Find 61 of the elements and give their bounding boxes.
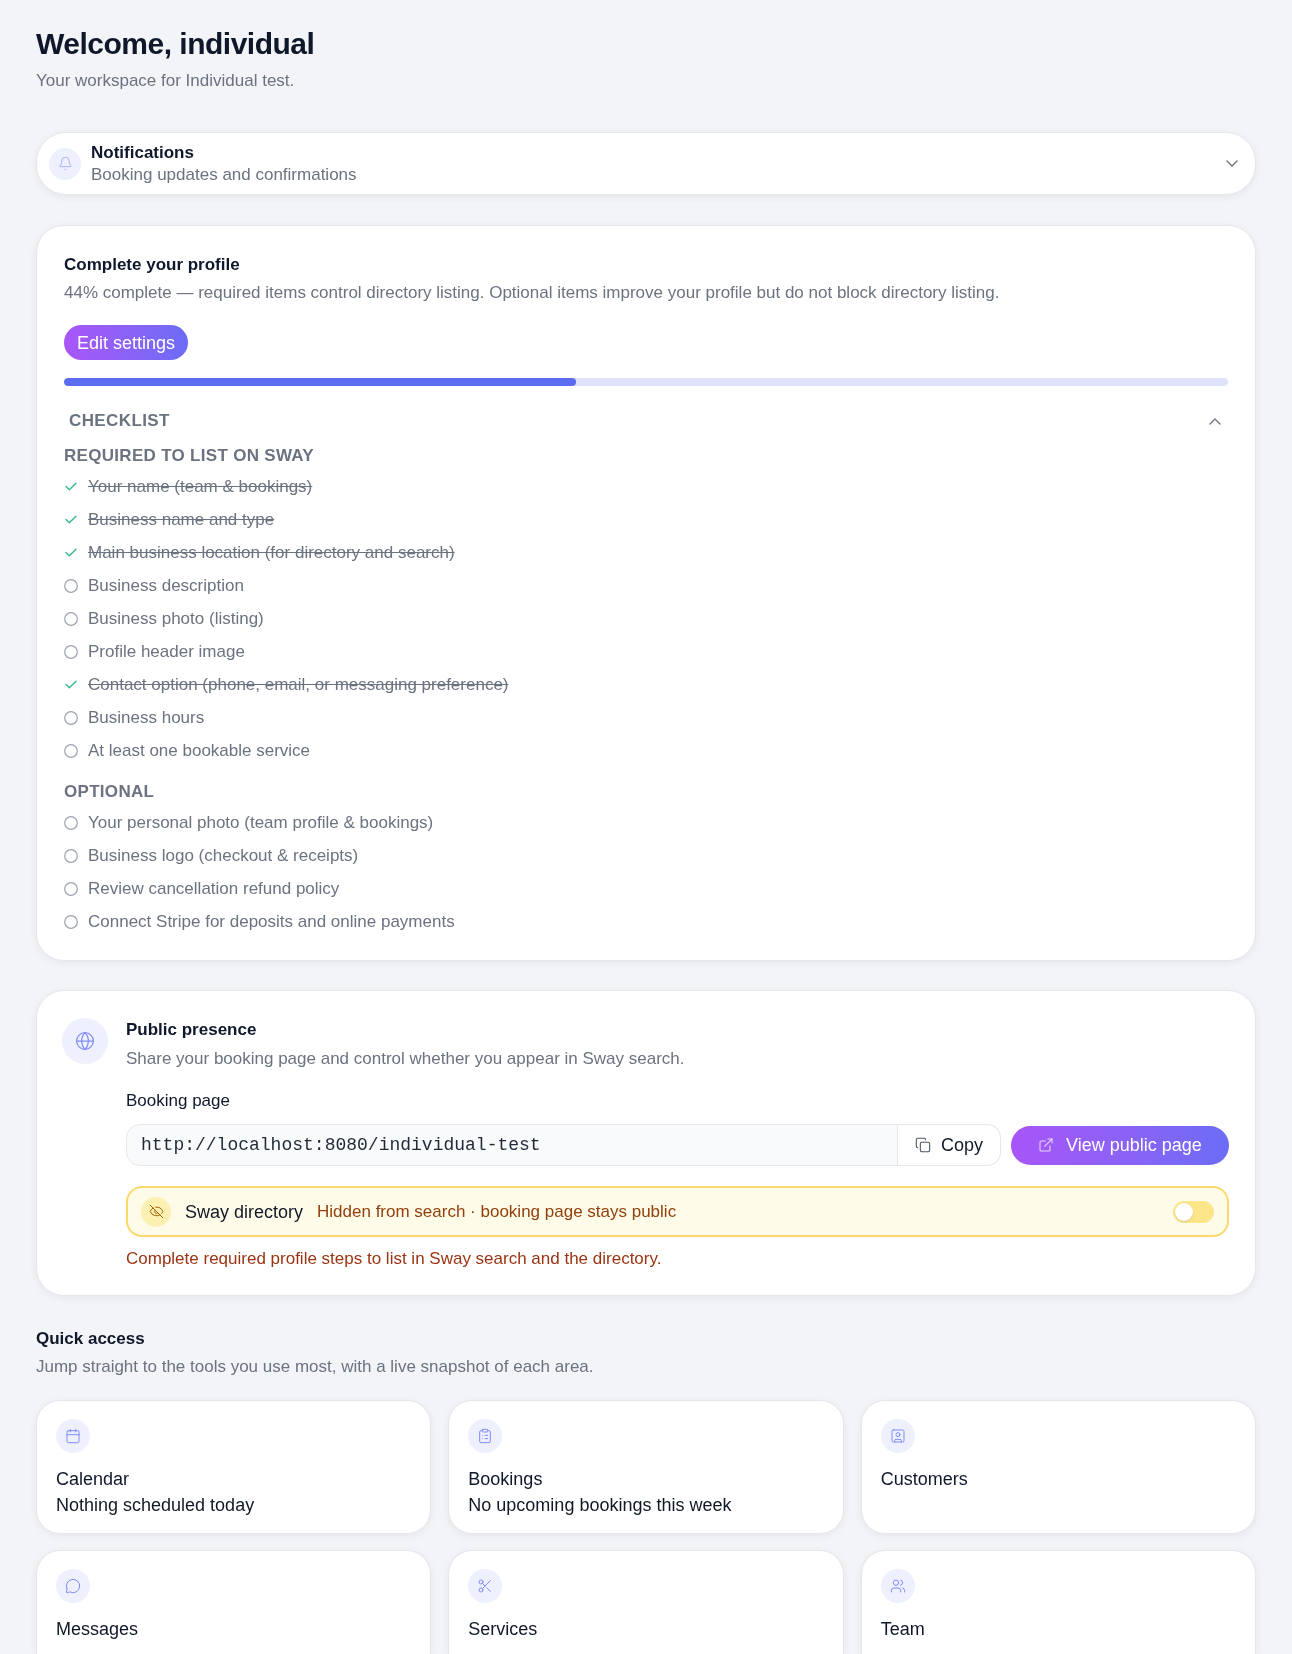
quick-access-card[interactable]: Services <box>448 1550 844 1654</box>
card-description: Nothing scheduled today <box>56 1494 255 1517</box>
quick-access-card[interactable]: Bookings No upcoming bookings this week <box>448 1400 844 1534</box>
copy-button[interactable]: Copy <box>898 1124 1001 1166</box>
public-presence-description: Share your booking page and control whether you appear in Sway search. <box>126 1048 686 1070</box>
checklist-item-label: Contact option (phone, email, or messaging preference) <box>88 673 509 696</box>
quick-access-card[interactable]: Team <box>860 1550 1256 1654</box>
checklist-item-label: Business description <box>88 574 244 597</box>
quick-access-card[interactable]: Messages <box>36 1550 432 1654</box>
directory-status: Hidden from search · booking page stays public <box>317 1200 678 1223</box>
person-square-icon <box>880 1419 915 1453</box>
public-presence-title: Public presence <box>126 1019 258 1041</box>
checklist-item-label: Main business location (for directory and search) <box>88 541 455 564</box>
quick-access-description: Jump straight to the tools you use most, with a live snapshot of each area. <box>36 1356 595 1378</box>
notifications-panel[interactable]: Notifications Booking updates and confirmations <box>36 132 1256 195</box>
directory-title: Sway directory <box>185 1200 304 1224</box>
booking-page-label: Booking page <box>126 1090 231 1112</box>
checklist-group-title: REQUIRED TO LIST ON SWAY <box>64 445 314 467</box>
profile-title: Complete your profile <box>64 254 241 276</box>
card-title: Customers <box>880 1468 968 1491</box>
card-title: Team <box>880 1618 925 1641</box>
booking-url-field[interactable]: http://localhost:8080/individual-test <box>126 1124 898 1166</box>
checklist-toggle[interactable]: CHECKLIST <box>64 405 1228 437</box>
toggle-switch[interactable] <box>1173 1200 1214 1223</box>
bell-icon <box>49 147 81 180</box>
edit-settings-button[interactable]: Edit settings <box>64 325 189 360</box>
card-title: Calendar <box>56 1468 130 1491</box>
checklist-group-title: OPTIONAL <box>64 781 155 803</box>
eye-off-icon <box>141 1196 171 1227</box>
directory-warning: Complete required profile steps to list in Sway search and the directory. <box>126 1248 663 1270</box>
page-subtitle: Your workspace for Individual test. <box>36 70 295 92</box>
checklist-item-label: Business logo (checkout & receipts) <box>88 844 359 867</box>
card-title: Services <box>468 1618 538 1641</box>
notifications-subtitle: Booking updates and confirmations <box>91 163 358 186</box>
quick-access-card[interactable]: Calendar Nothing scheduled today <box>36 1400 432 1534</box>
checklist-item-label: Connect Stripe for deposits and online payments <box>88 910 455 933</box>
quick-access-card[interactable]: Customers <box>860 1400 1256 1534</box>
checklist-item-label: Business photo (listing) <box>88 607 264 630</box>
external-link-icon <box>1038 1137 1055 1153</box>
card-title: Bookings <box>468 1468 543 1491</box>
checklist-item-label: Profile header image <box>88 640 245 663</box>
people-icon <box>880 1569 915 1603</box>
quick-access-title: Quick access <box>36 1328 146 1350</box>
profile-description: 44% complete — required items control directory listing. Optional items improve your profile but do not block directory listing. <box>64 282 1001 304</box>
page-title: Welcome, individual <box>36 26 315 62</box>
checklist-item-label: Your personal photo (team profile & bookings) <box>88 811 434 834</box>
scissors-icon <box>468 1569 503 1603</box>
checklist-item-label: Business hours <box>88 706 205 729</box>
card-title: Messages <box>56 1618 139 1641</box>
checklist-item-label: Business name and type <box>88 508 275 531</box>
checklist-item-label: At least one bookable service <box>88 739 311 762</box>
copy-icon <box>915 1137 931 1153</box>
notifications-title: Notifications <box>91 141 195 164</box>
checklist-item-label: Review cancellation refund policy <box>88 877 340 900</box>
clipboard-icon <box>468 1419 503 1453</box>
calendar-icon <box>56 1419 90 1453</box>
checklist-item-label: Your name (team & bookings) <box>88 475 313 498</box>
globe-icon <box>62 1018 108 1064</box>
view-public-page-button[interactable]: View public page <box>1011 1125 1229 1165</box>
card-description: No upcoming bookings this week <box>468 1494 732 1517</box>
chat-bubble-icon <box>56 1569 90 1603</box>
